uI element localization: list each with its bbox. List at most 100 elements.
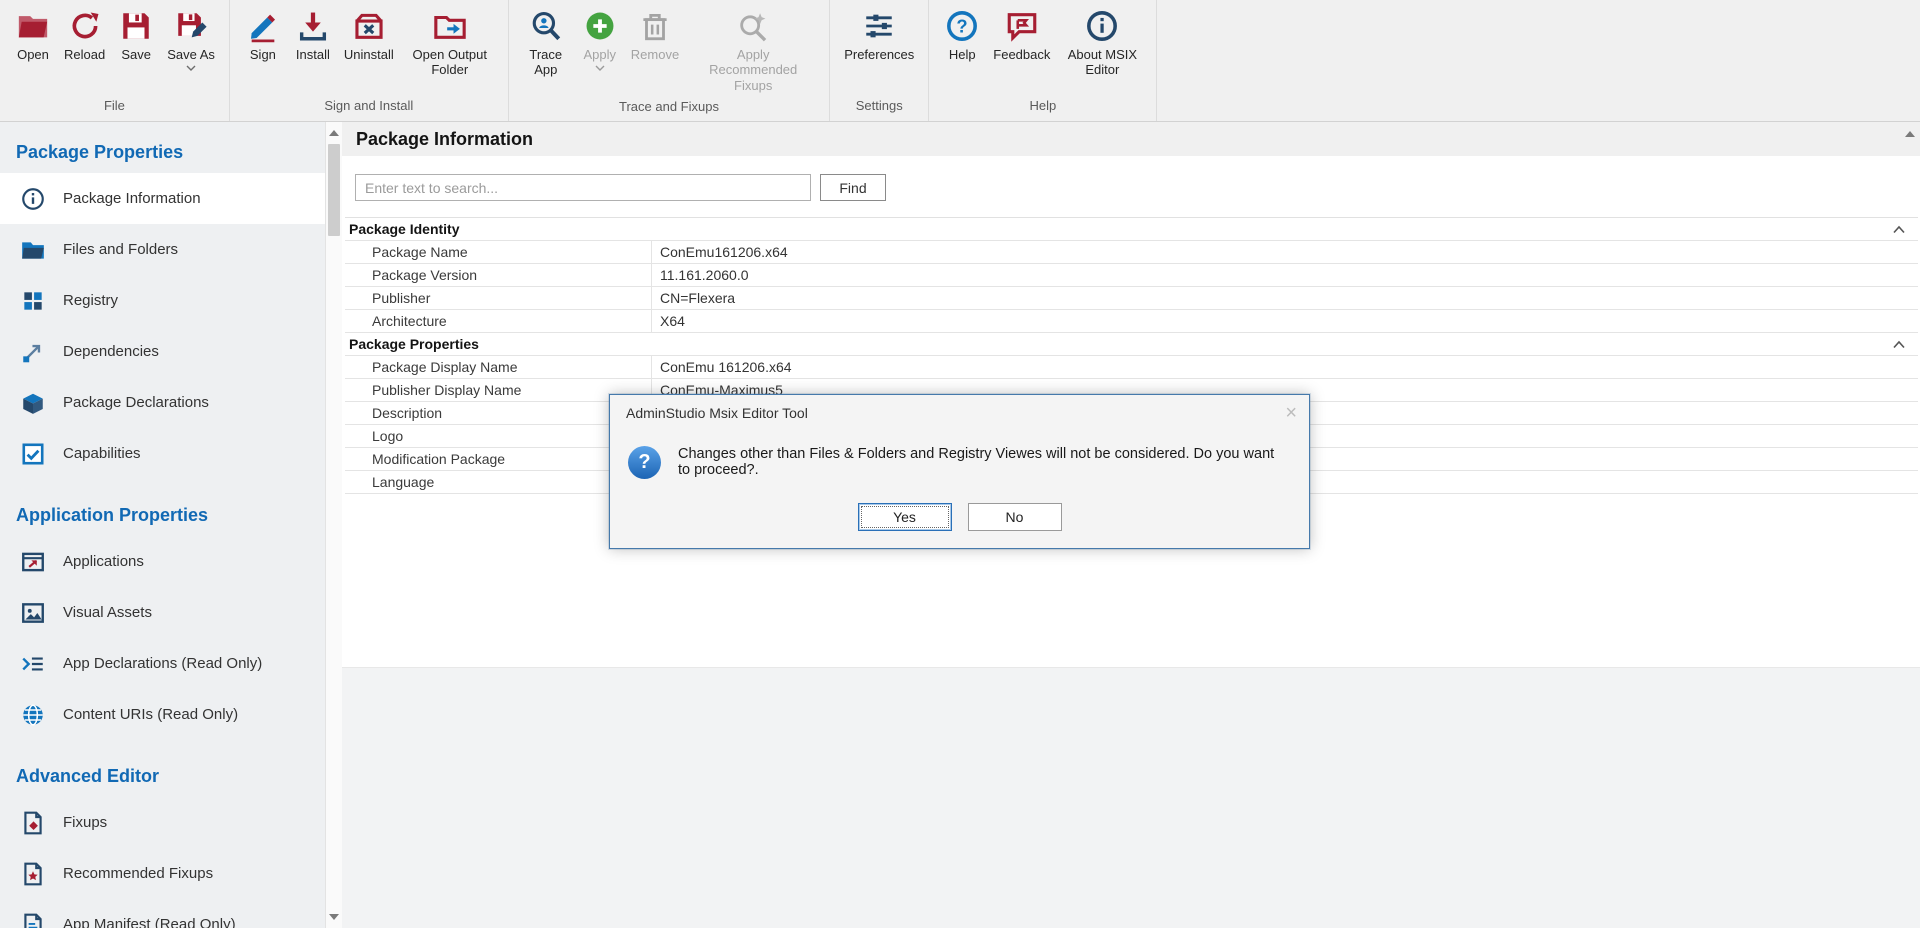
help-circle-icon: ? <box>945 9 979 43</box>
apply-button: Apply <box>575 6 625 74</box>
sidebar-item-label: App Manifest (Read Only) <box>63 916 236 928</box>
sidebar-item-content-uris[interactable]: Content URIs (Read Only) <box>0 689 325 740</box>
package-box-icon <box>20 390 46 416</box>
about-msix-editor-button[interactable]: About MSIX Editor <box>1056 6 1148 81</box>
registry-grid-icon <box>20 288 46 314</box>
trash-icon <box>638 9 672 43</box>
remove-button: Remove <box>625 6 685 65</box>
sidebar-section-application-properties: Application Properties <box>0 497 325 536</box>
sidebar-item-label: Files and Folders <box>63 241 178 258</box>
property-label: Package Name <box>345 241 652 263</box>
doc-star-icon <box>20 861 46 887</box>
scroll-down-arrow[interactable] <box>326 908 342 926</box>
sidebar-item-package-information[interactable]: Package Information <box>0 173 325 224</box>
group-title: Package Identity <box>349 221 460 237</box>
property-value[interactable]: ConEmu 161206.x64 <box>652 356 1918 378</box>
search-row: Find <box>342 156 1920 201</box>
no-button[interactable]: No <box>968 503 1062 531</box>
info-circle-icon <box>20 186 46 212</box>
sign-label: Sign <box>250 47 276 62</box>
sidebar-item-package-declarations[interactable]: Package Declarations <box>0 377 325 428</box>
sidebar-item-registry[interactable]: Registry <box>0 275 325 326</box>
feedback-label: Feedback <box>993 47 1050 62</box>
find-button[interactable]: Find <box>820 174 886 201</box>
apply-recommended-fixups-button: Apply Recommended Fixups <box>685 6 821 96</box>
about-msix-editor-label: About MSIX Editor <box>1062 47 1142 78</box>
sidebar-item-label: Content URIs (Read Only) <box>63 706 238 723</box>
save-button[interactable]: Save <box>111 6 161 65</box>
group-caption-settings: Settings <box>830 95 928 121</box>
open-output-folder-label: Open Output Folder <box>406 47 494 78</box>
sidebar-item-visual-assets[interactable]: Visual Assets <box>0 587 325 638</box>
main-scroll-up-arrow[interactable] <box>1905 131 1915 137</box>
scroll-up-arrow[interactable] <box>326 124 342 142</box>
trace-app-button[interactable]: Trace App <box>517 6 575 81</box>
globe-icon <box>20 702 46 728</box>
reload-label: Reload <box>64 47 105 62</box>
preferences-button[interactable]: Preferences <box>838 6 920 65</box>
sidebar-item-label: Registry <box>63 292 118 309</box>
group-header-package-properties: Package Properties <box>345 333 1918 356</box>
open-button[interactable]: Open <box>8 6 58 65</box>
sidebar-item-dependencies[interactable]: Dependencies <box>0 326 325 377</box>
yes-button[interactable]: Yes <box>858 503 952 531</box>
help-button[interactable]: ? Help <box>937 6 987 65</box>
collapse-chevron-icon[interactable] <box>1892 225 1906 234</box>
property-value[interactable]: CN=Flexera <box>652 287 1918 309</box>
chevron-down-icon <box>186 65 196 71</box>
scrollbar-thumb[interactable] <box>328 144 340 236</box>
sliders-icon <box>862 9 896 43</box>
reload-button[interactable]: Reload <box>58 6 111 65</box>
property-row-package-name: Package Name ConEmu161206.x64 <box>345 241 1918 264</box>
property-value[interactable]: X64 <box>652 310 1918 332</box>
collapse-chevron-icon[interactable] <box>1892 340 1906 349</box>
sidebar-item-applications[interactable]: Applications <box>0 536 325 587</box>
save-as-icon <box>174 9 208 43</box>
navigation-sidebar: Package Properties Package Information F… <box>0 122 325 928</box>
sidebar-item-files-and-folders[interactable]: Files and Folders <box>0 224 325 275</box>
app-window-icon <box>20 549 46 575</box>
property-value[interactable]: 11.161.2060.0 <box>652 264 1918 286</box>
page-title: Package Information <box>356 129 533 150</box>
toolbar-filler <box>1157 0 1920 121</box>
property-value[interactable]: ConEmu161206.x64 <box>652 241 1918 263</box>
preferences-label: Preferences <box>844 47 914 62</box>
sidebar-item-label: Applications <box>63 553 144 570</box>
ribbon-toolbar: Open Reload Save Save As File Sign <box>0 0 1920 122</box>
sidebar-item-label: Recommended Fixups <box>63 865 213 882</box>
sign-pen-icon <box>246 9 280 43</box>
page-title-bar: Package Information <box>342 122 1920 156</box>
sidebar-item-capabilities[interactable]: Capabilities <box>0 428 325 479</box>
close-icon[interactable]: × <box>1285 405 1297 421</box>
property-label: Language <box>345 471 652 493</box>
property-label: Architecture <box>345 310 652 332</box>
recommended-fixups-icon <box>736 9 770 43</box>
toolbar-group-sign-install: Sign Install Uninstall Open Output Folde… <box>230 0 509 121</box>
sidebar-item-label: Package Declarations <box>63 394 209 411</box>
sidebar-item-app-manifest[interactable]: App Manifest (Read Only) <box>0 899 325 928</box>
search-input[interactable] <box>355 174 811 201</box>
apply-plus-icon <box>583 9 617 43</box>
save-label: Save <box>121 47 151 62</box>
sidebar-item-recommended-fixups[interactable]: Recommended Fixups <box>0 848 325 899</box>
save-as-button[interactable]: Save As <box>161 6 221 74</box>
sidebar-item-app-declarations[interactable]: App Declarations (Read Only) <box>0 638 325 689</box>
toolbar-group-settings: Preferences Settings <box>830 0 929 121</box>
toolbar-group-help: ? Help Feedback About MSIX Editor Help <box>929 0 1157 121</box>
open-output-folder-button[interactable]: Open Output Folder <box>400 6 500 81</box>
sign-button[interactable]: Sign <box>238 6 288 65</box>
sidebar-scrollbar[interactable] <box>325 122 342 928</box>
sidebar-section-advanced-editor: Advanced Editor <box>0 758 325 797</box>
install-button[interactable]: Install <box>288 6 338 65</box>
uninstall-button[interactable]: Uninstall <box>338 6 400 65</box>
sidebar-item-fixups[interactable]: Fixups <box>0 797 325 848</box>
property-label: Modification Package <box>345 448 652 470</box>
property-row-architecture: Architecture X64 <box>345 310 1918 333</box>
install-label: Install <box>296 47 330 62</box>
trace-app-label: Trace App <box>523 47 569 78</box>
feedback-button[interactable]: Feedback <box>987 6 1056 65</box>
property-label: Publisher <box>345 287 652 309</box>
dialog-body: ? Changes other than Files & Folders and… <box>610 429 1309 489</box>
info-circle-icon <box>1085 9 1119 43</box>
sidebar-item-label: Fixups <box>63 814 107 831</box>
